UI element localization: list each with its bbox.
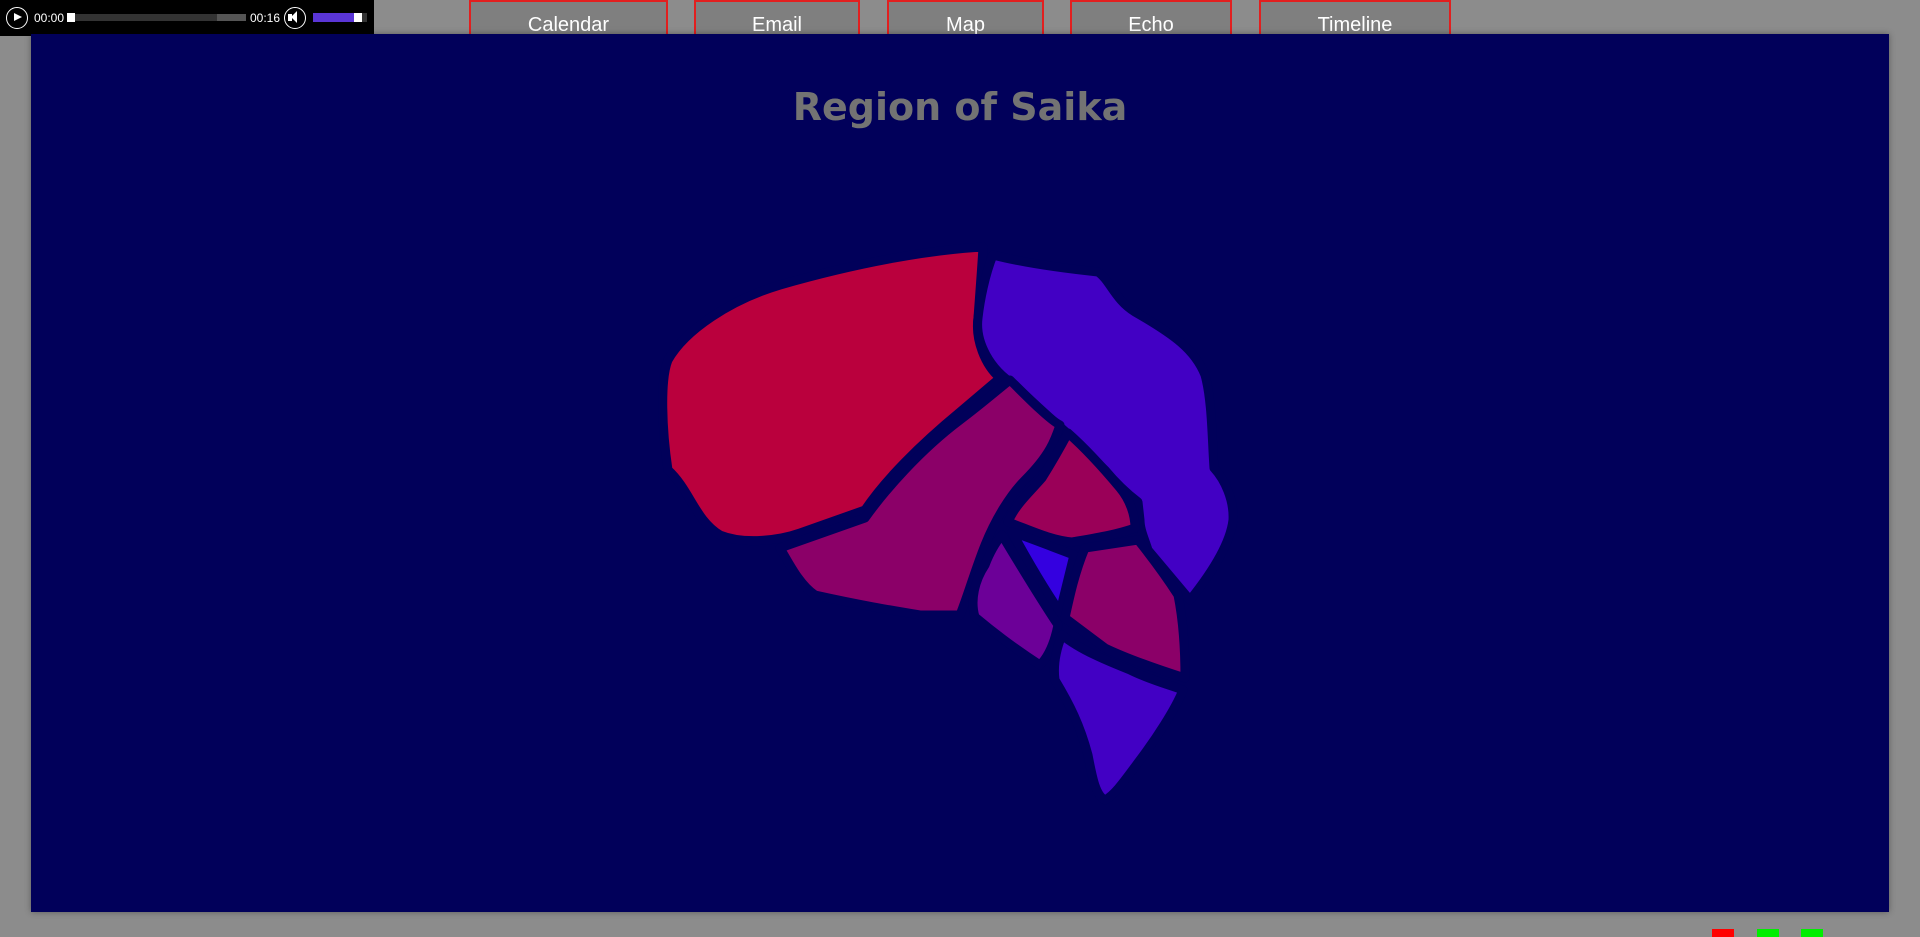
region-map [658, 242, 1238, 805]
status-indicator-red [1712, 929, 1734, 937]
status-indicator-green-1 [1757, 929, 1779, 937]
status-indicator-green-2 [1801, 929, 1823, 937]
